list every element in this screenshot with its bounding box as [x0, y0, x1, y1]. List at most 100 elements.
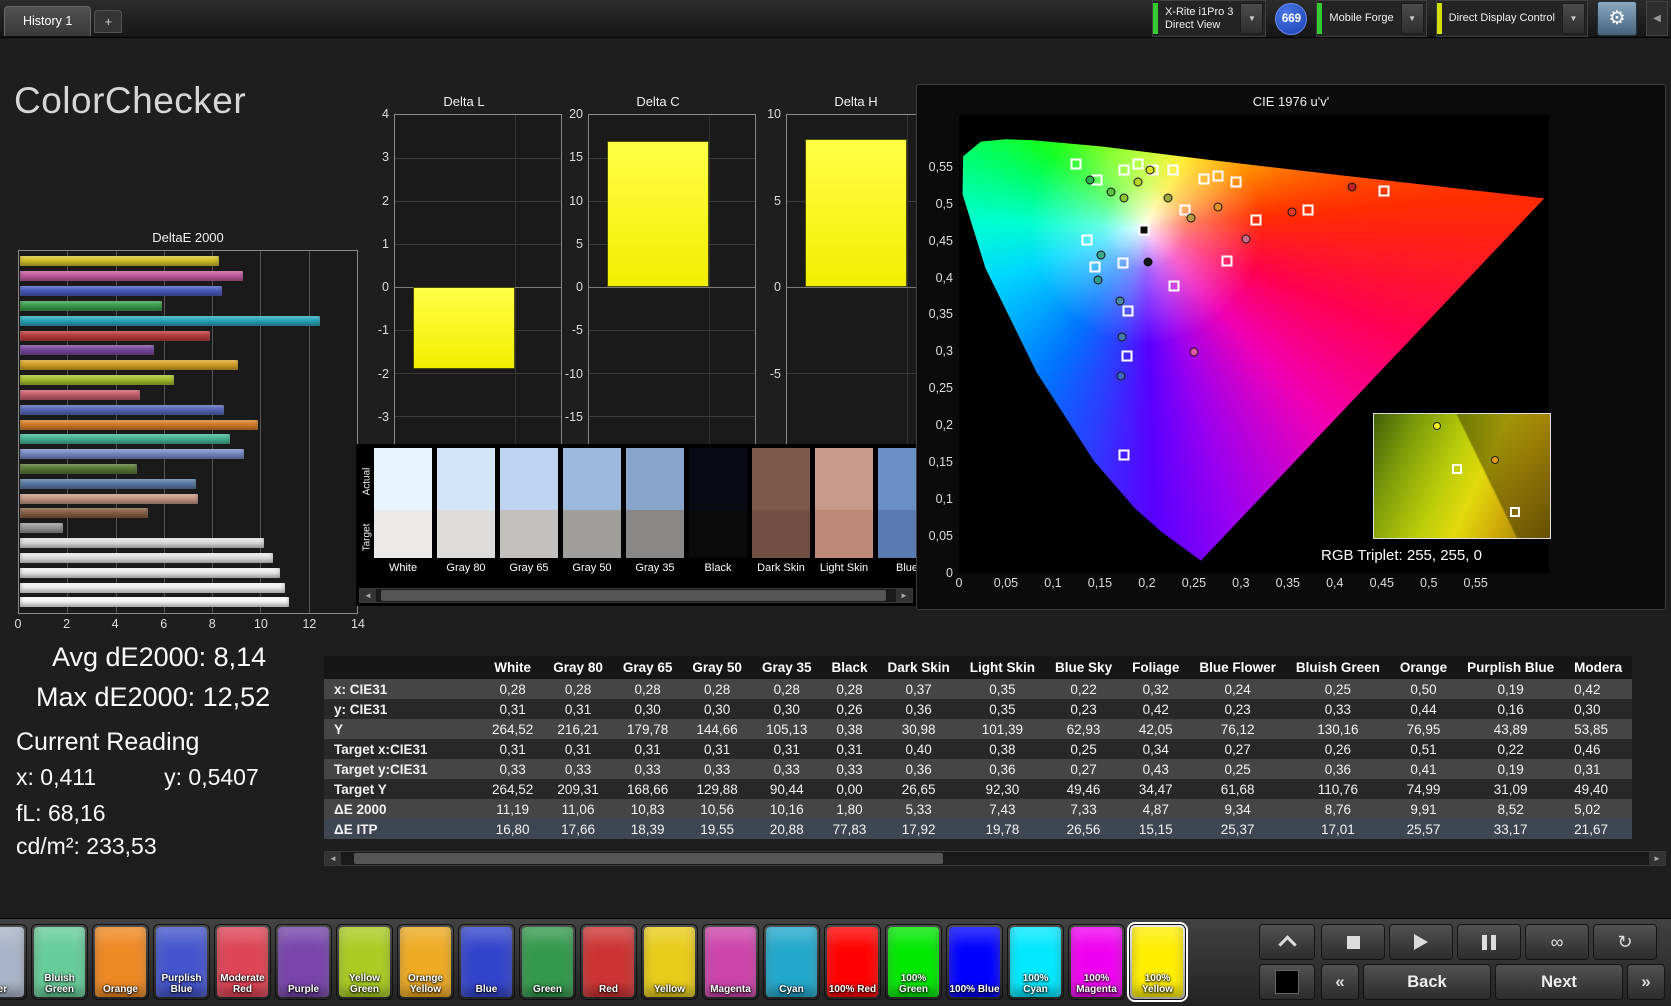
- expand-patch-list-button[interactable]: [1259, 924, 1315, 960]
- patch-label: Purplish Blue: [161, 973, 202, 995]
- deltal-bar: [413, 287, 515, 369]
- deltal-tick-label: 3: [382, 150, 389, 165]
- table-cell: 74,99: [1389, 779, 1458, 799]
- scroll-right-icon[interactable]: ►: [1649, 852, 1665, 865]
- patch-button-100-cyan[interactable]: 100% Cyan: [1007, 924, 1064, 1000]
- table-cell: 92,30: [959, 779, 1046, 799]
- continuous-read-button[interactable]: ∞: [1525, 924, 1589, 960]
- patch-chip-bluish-green: Bluish Green: [34, 927, 85, 997]
- back-button[interactable]: Back: [1363, 964, 1491, 1000]
- swatch-column-dark-skin: Dark Skin: [752, 448, 810, 574]
- deltae-bar-row-cyan: [20, 315, 356, 326]
- patch-button-purple[interactable]: Purple: [275, 924, 332, 1000]
- table-cell: 0,28: [543, 679, 613, 699]
- page-title: ColorChecker: [14, 80, 247, 121]
- reading-y: y: 0,5407: [164, 764, 259, 790]
- play-button[interactable]: [1389, 924, 1453, 960]
- patch-button-orange-yellow[interactable]: Orange Yellow: [397, 924, 454, 1000]
- patch-label: 100% Blue: [949, 984, 1000, 995]
- pause-button[interactable]: [1457, 924, 1521, 960]
- patch-button-yellow-green[interactable]: Yellow Green: [336, 924, 393, 1000]
- meter-source[interactable]: Mobile Forge ▼: [1316, 0, 1427, 37]
- cie-y-tick-label: 0,35: [928, 307, 953, 322]
- add-tab-button[interactable]: +: [94, 9, 123, 33]
- patch-button-100-magenta[interactable]: 100% Magenta: [1068, 924, 1125, 1000]
- table-cell: 0,51: [1389, 739, 1458, 759]
- meter-display-control[interactable]: Direct Display Control ▼: [1435, 0, 1588, 37]
- patch-label: Red: [599, 984, 618, 995]
- scroll-left-icon[interactable]: ◄: [325, 852, 341, 865]
- patch-button-orange[interactable]: Orange: [92, 924, 149, 1000]
- table-cell: 7,33: [1045, 799, 1123, 819]
- collapse-panel-button[interactable]: ◀: [1646, 1, 1668, 36]
- tab-history-1[interactable]: History 1: [4, 5, 92, 36]
- deltal-tick-label: -3: [377, 409, 389, 424]
- meter-probe[interactable]: X-Rite i1Pro 3 Direct View ▼: [1151, 0, 1267, 37]
- cie-target-marker: [1198, 173, 1210, 185]
- patch-button-wer[interactable]: wer: [0, 924, 27, 1000]
- patch-button-blue[interactable]: Blue: [458, 924, 515, 1000]
- next-button[interactable]: Next: [1495, 964, 1623, 1000]
- cie-measurement-marker: [1116, 371, 1126, 381]
- swatch-target-gray-80: [437, 510, 495, 558]
- last-page-button[interactable]: »: [1627, 964, 1665, 1000]
- patch-button-red[interactable]: Red: [580, 924, 637, 1000]
- cie-target-marker: [1081, 234, 1093, 246]
- patch-label: Blue: [475, 984, 498, 995]
- patch-chip-100-red: 100% Red: [827, 927, 878, 997]
- patch-button-magenta[interactable]: Magenta: [702, 924, 759, 1000]
- swatch-scrollbar-thumb[interactable]: [381, 590, 886, 601]
- patch-button-100-red[interactable]: 100% Red: [824, 924, 881, 1000]
- table-header-black: Black: [821, 656, 878, 679]
- patch-button-yellow[interactable]: Yellow: [641, 924, 698, 1000]
- patch-chip-green: Green: [522, 927, 573, 997]
- cie-target-marker: [1118, 164, 1130, 176]
- table-header-bluish-green: Bluish Green: [1285, 656, 1390, 679]
- deltal-tick-label: 4: [382, 107, 389, 121]
- deltac-tick-label: 15: [569, 150, 583, 165]
- table-cell: 76,12: [1189, 719, 1286, 739]
- patch-button-moderate-red[interactable]: Moderate Red: [214, 924, 271, 1000]
- table-cell: 9,91: [1389, 799, 1458, 819]
- patch-chip-100-blue: 100% Blue: [949, 927, 1000, 997]
- table-cell: 0,30: [612, 699, 683, 719]
- table-cell: 0,31: [612, 739, 683, 759]
- chevron-down-icon: ▼: [1247, 14, 1256, 23]
- swatch-column-blue: Blue: [878, 448, 916, 574]
- patch-button-100-yellow[interactable]: 100% Yellow: [1127, 922, 1188, 1002]
- patch-label: Cyan: [779, 984, 804, 995]
- table-cell: 0,31: [482, 699, 544, 719]
- table-cell: 0,16: [1457, 699, 1565, 719]
- table-header-blue-flower: Blue Flower: [1189, 656, 1286, 679]
- patch-button-100-blue[interactable]: 100% Blue: [946, 924, 1003, 1000]
- table-scrollbar-thumb[interactable]: [354, 853, 943, 864]
- table-cell: 0,41: [1389, 759, 1458, 779]
- probe-dropdown-button[interactable]: ▼: [1240, 3, 1264, 34]
- patch-button-purplish-blue[interactable]: Purplish Blue: [153, 924, 210, 1000]
- patch-button-cyan[interactable]: Cyan: [763, 924, 820, 1000]
- deltae-bar-row-orange: [20, 419, 356, 430]
- patch-button-100-green[interactable]: 100% Green: [885, 924, 942, 1000]
- table-scrollbar[interactable]: ◄ ►: [324, 851, 1666, 866]
- display-control-dropdown-button[interactable]: ▼: [1562, 3, 1585, 34]
- settings-button[interactable]: ⚙: [1597, 1, 1637, 36]
- background-color-button[interactable]: [1259, 964, 1315, 1000]
- table-row-label--e-2000: ΔE 2000: [324, 799, 482, 819]
- swatch-scrollbar[interactable]: ◄ ►: [359, 588, 913, 603]
- deltae-bar-row-green: [20, 300, 356, 311]
- first-page-button[interactable]: «: [1321, 964, 1359, 1000]
- patch-label: 100% Green: [899, 973, 928, 995]
- scroll-left-icon[interactable]: ◄: [360, 589, 376, 602]
- swatch-actual-gray-80: [437, 448, 495, 510]
- source-dropdown-button[interactable]: ▼: [1400, 3, 1424, 34]
- reading-cdm2: cd/m²: 233,53: [16, 833, 157, 859]
- cie-x-tick-label: 0: [955, 576, 963, 590]
- scroll-right-icon[interactable]: ►: [896, 589, 912, 602]
- deltae-bar-row-purplish-blue: [20, 404, 356, 415]
- patch-button-bluish-green[interactable]: Bluish Green: [31, 924, 88, 1000]
- patch-button-green[interactable]: Green: [519, 924, 576, 1000]
- repeat-button[interactable]: ↻: [1593, 924, 1657, 960]
- swatch-columns: White Gray 80 Gray 65 Gray 50 Gray 35 Black Da…: [374, 448, 916, 574]
- patch-label: Green: [533, 984, 562, 995]
- stop-button[interactable]: [1321, 924, 1385, 960]
